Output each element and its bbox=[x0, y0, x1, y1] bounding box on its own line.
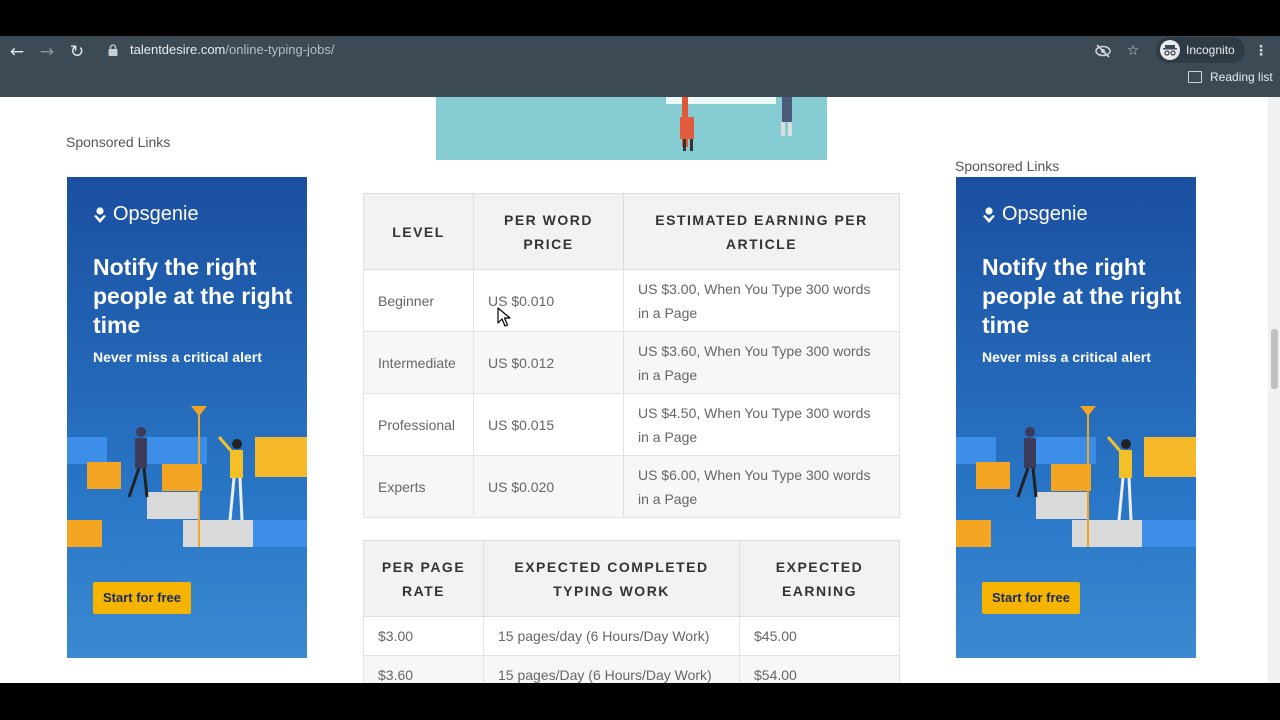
column-header: LEVEL bbox=[363, 193, 474, 270]
table-cell: $54.00 bbox=[739, 655, 900, 683]
ad-subtext: Never miss a critical alert bbox=[93, 349, 262, 365]
table-cell: US $0.010 bbox=[473, 269, 624, 332]
reload-icon[interactable]: ↻ bbox=[65, 40, 89, 64]
ad-illustration bbox=[956, 406, 1196, 547]
table-cell: 15 pages/day (6 Hours/Day Work) bbox=[483, 616, 740, 656]
back-icon[interactable]: ← bbox=[5, 40, 29, 64]
lock-icon bbox=[108, 44, 118, 56]
earnings-per-level-table: LEVEL PER WORD PRICE ESTIMATED EARNING P… bbox=[363, 193, 900, 518]
mouse-cursor-icon bbox=[497, 307, 511, 327]
column-header: PER PAGE RATE bbox=[363, 540, 484, 617]
table-cell: $3.60 bbox=[363, 655, 484, 683]
url-path: /online-typing-jobs/ bbox=[225, 42, 335, 57]
ad-cta-button[interactable]: Start for free bbox=[93, 582, 192, 614]
ad-illustration bbox=[67, 406, 307, 547]
hero-illustration bbox=[436, 97, 827, 160]
table-cell: Beginner bbox=[363, 269, 474, 332]
incognito-icon bbox=[1160, 40, 1180, 60]
opsgenie-ad-left[interactable]: Opsgenie Notify the right people at the … bbox=[67, 177, 307, 658]
ad-logo: Opsgenie bbox=[93, 203, 199, 226]
table-row: Professional US $0.015 US $4.50, When Yo… bbox=[363, 393, 900, 456]
screen-frame: ← → ↻ talentdesire.com/online-typing-job… bbox=[0, 0, 1280, 720]
table-cell: $3.00 bbox=[363, 616, 484, 656]
ad-brand: Opsgenie bbox=[1002, 203, 1088, 225]
incognito-label: Incognito bbox=[1186, 43, 1235, 57]
table-cell: US $3.00, When You Type 300 words in a P… bbox=[623, 269, 900, 332]
browser-toolbar: ← → ↻ talentdesire.com/online-typing-job… bbox=[0, 36, 1280, 97]
opsgenie-ad-right[interactable]: Opsgenie Notify the right people at the … bbox=[956, 177, 1196, 658]
ad-headline: Notify the right people at the right tim… bbox=[982, 254, 1182, 338]
per-page-earnings-table: PER PAGE RATE EXPECTED COMPLETED TYPING … bbox=[363, 540, 900, 683]
table-cell: US $0.020 bbox=[473, 455, 624, 518]
column-header: EXPECTED COMPLETED TYPING WORK bbox=[483, 540, 740, 617]
ad-subtext: Never miss a critical alert bbox=[982, 349, 1151, 365]
table-cell: US $0.012 bbox=[473, 331, 624, 394]
table-row: $3.60 15 pages/Day (6 Hours/Day Work) $5… bbox=[363, 655, 900, 683]
table-cell: US $4.50, When You Type 300 words in a P… bbox=[623, 393, 900, 456]
address-bar[interactable]: talentdesire.com/online-typing-jobs/ bbox=[100, 38, 1150, 64]
table-cell: Intermediate bbox=[363, 331, 474, 394]
ad-headline: Notify the right people at the right tim… bbox=[93, 254, 293, 338]
kebab-menu-icon[interactable]: ⋮ bbox=[1250, 40, 1272, 62]
column-header: PER WORD PRICE bbox=[473, 193, 624, 270]
eye-slash-icon[interactable] bbox=[1092, 40, 1114, 62]
scrollbar-thumb[interactable] bbox=[1271, 329, 1278, 389]
table-cell: US $0.015 bbox=[473, 393, 624, 456]
reading-list-label: Reading list bbox=[1210, 70, 1273, 84]
reading-list-icon bbox=[1188, 71, 1202, 83]
sponsored-label-left: Sponsored Links bbox=[66, 134, 171, 150]
table-cell: Professional bbox=[363, 393, 474, 456]
table-cell: US $6.00, When You Type 300 words in a P… bbox=[623, 455, 900, 518]
reading-list-button[interactable]: Reading list bbox=[1188, 70, 1273, 84]
opsgenie-logo-icon bbox=[94, 206, 106, 223]
sponsored-label-right: Sponsored Links bbox=[955, 158, 1060, 174]
screen-bottom-bar bbox=[0, 683, 1280, 720]
table-cell: Experts bbox=[363, 455, 474, 518]
table-cell: US $3.60, When You Type 300 words in a P… bbox=[623, 331, 900, 394]
ad-brand: Opsgenie bbox=[113, 203, 199, 225]
table-row: Experts US $0.020 US $6.00, When You Typ… bbox=[363, 455, 900, 518]
ad-cta-button[interactable]: Start for free bbox=[982, 582, 1081, 614]
table-cell: $45.00 bbox=[739, 616, 900, 656]
column-header: EXPECTED EARNING bbox=[739, 540, 900, 617]
ad-logo: Opsgenie bbox=[982, 203, 1088, 226]
opsgenie-logo-icon bbox=[983, 206, 995, 223]
column-header: ESTIMATED EARNING PER ARTICLE bbox=[623, 193, 900, 270]
incognito-indicator[interactable]: Incognito bbox=[1156, 37, 1245, 63]
table-header-row: PER PAGE RATE EXPECTED COMPLETED TYPING … bbox=[363, 540, 900, 617]
url-text: talentdesire.com/online-typing-jobs/ bbox=[130, 42, 335, 57]
table-row: $3.00 15 pages/day (6 Hours/Day Work) $4… bbox=[363, 616, 900, 656]
page-scrollbar[interactable] bbox=[1268, 97, 1280, 683]
url-domain: talentdesire.com bbox=[130, 42, 226, 57]
page-content: Sponsored Links Sponsored Links Opsgenie… bbox=[0, 97, 1268, 683]
forward-icon[interactable]: → bbox=[35, 40, 59, 64]
table-header-row: LEVEL PER WORD PRICE ESTIMATED EARNING P… bbox=[363, 193, 900, 270]
star-icon[interactable]: ☆ bbox=[1122, 40, 1144, 62]
table-row: Beginner US $0.010 US $3.00, When You Ty… bbox=[363, 269, 900, 332]
table-row: Intermediate US $0.012 US $3.60, When Yo… bbox=[363, 331, 900, 394]
table-cell: 15 pages/Day (6 Hours/Day Work) bbox=[483, 655, 740, 683]
